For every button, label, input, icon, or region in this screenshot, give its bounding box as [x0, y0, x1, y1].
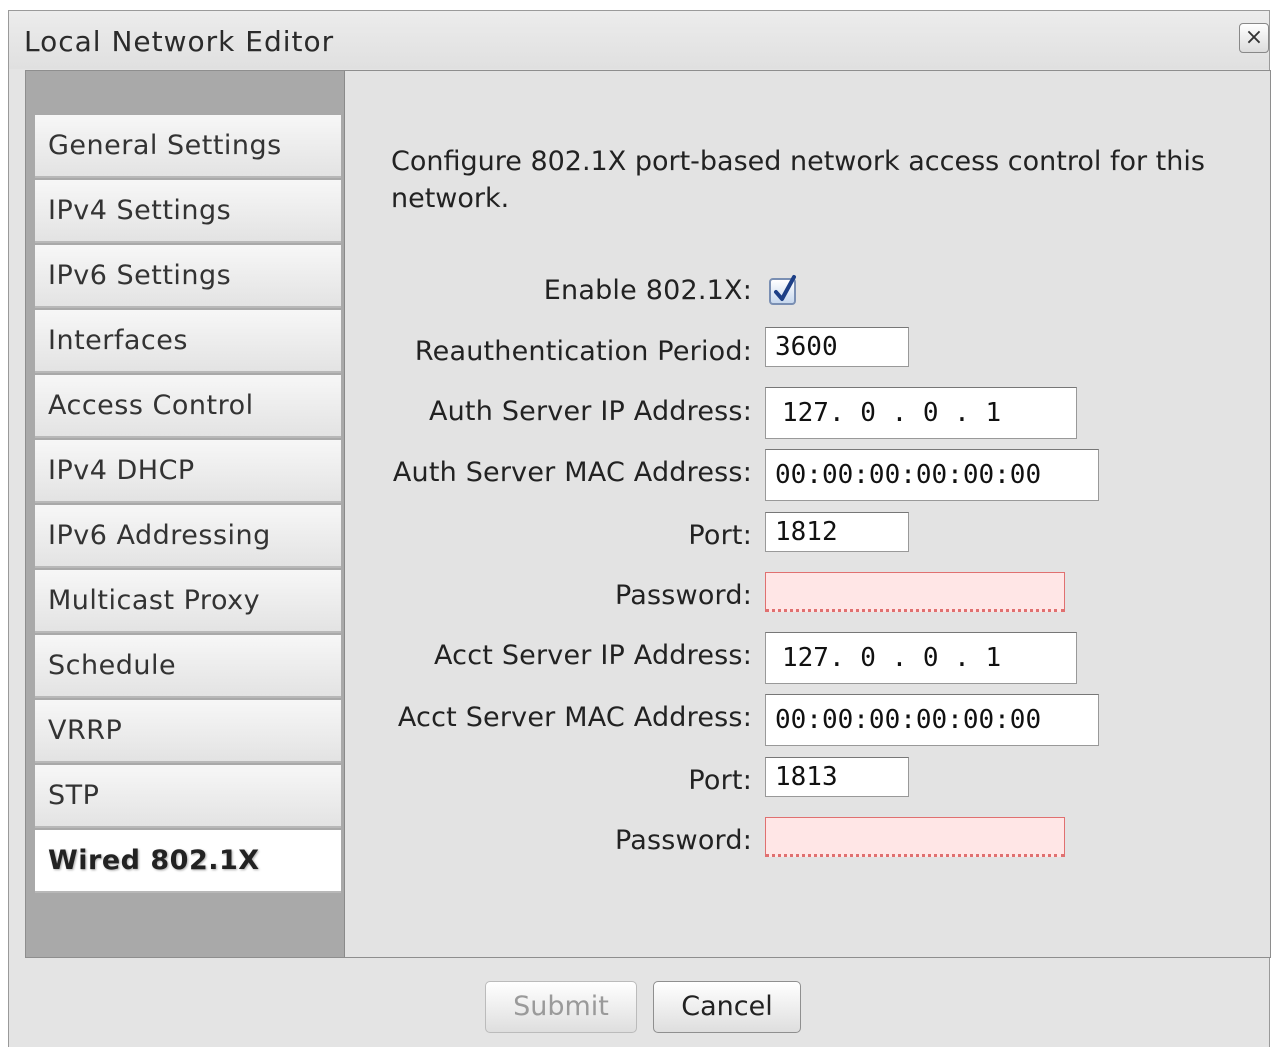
auth-server-ip-input[interactable]: 127. 0 . 0 . 1 — [765, 387, 1077, 439]
acct-server-mac-label: Acct Server MAC Address: — [397, 702, 752, 733]
acct-server-ip-input[interactable]: 127. 0 . 0 . 1 — [765, 632, 1077, 684]
auth-password-label: Password: — [614, 580, 752, 611]
reauth-period-input[interactable]: 3600 — [765, 327, 909, 367]
auth-port-input[interactable]: 1812 — [765, 512, 909, 552]
acct-port-label: Port: — [688, 765, 752, 796]
reauth-period-label: Reauthentication Period: — [414, 336, 752, 367]
tab-ipv6-settings[interactable]: IPv6 Settings — [35, 245, 341, 308]
acct-server-ip-label: Acct Server IP Address: — [433, 640, 752, 671]
local-network-editor-dialog: Local Network Editor × General Settings … — [8, 10, 1271, 1047]
tab-access-control[interactable]: Access Control — [35, 375, 341, 438]
cancel-button[interactable]: Cancel — [653, 981, 801, 1033]
editor-panel: General Settings IPv4 Settings IPv6 Sett… — [25, 70, 1271, 958]
tab-wired-8021x[interactable]: Wired 802.1X — [35, 830, 341, 893]
close-icon: × — [1244, 25, 1264, 50]
acct-password-label: Password: — [614, 825, 752, 856]
tab-stp[interactable]: STP — [35, 765, 341, 828]
tab-general-settings[interactable]: General Settings — [35, 115, 341, 178]
auth-port-label: Port: — [688, 520, 752, 551]
tab-ipv6-addressing[interactable]: IPv6 Addressing — [35, 505, 341, 568]
settings-content: Configure 802.1X port-based network acce… — [345, 71, 1270, 957]
section-description: Configure 802.1X port-based network acce… — [391, 146, 1205, 214]
auth-password-input[interactable] — [765, 572, 1065, 612]
title-bar: Local Network Editor × — [9, 11, 1269, 69]
tab-interfaces[interactable]: Interfaces — [35, 310, 341, 373]
dialog-title: Local Network Editor — [24, 25, 335, 58]
tab-multicast-proxy[interactable]: Multicast Proxy — [35, 570, 341, 633]
submit-button[interactable]: Submit — [485, 981, 637, 1033]
auth-server-mac-label: Auth Server MAC Address: — [392, 457, 752, 488]
sidebar: General Settings IPv4 Settings IPv6 Sett… — [26, 71, 345, 957]
auth-server-mac-input[interactable]: 00:00:00:00:00:00 — [765, 449, 1099, 501]
checkmark-icon — [774, 275, 796, 301]
acct-password-input[interactable] — [765, 817, 1065, 857]
enable-8021x-label: Enable 802.1X: — [543, 275, 752, 306]
tab-schedule[interactable]: Schedule — [35, 635, 341, 698]
enable-8021x-checkbox[interactable] — [769, 275, 796, 305]
acct-port-input[interactable]: 1813 — [765, 757, 909, 797]
tab-vrrp[interactable]: VRRP — [35, 700, 341, 763]
close-button[interactable]: × — [1239, 23, 1269, 53]
acct-server-mac-input[interactable]: 00:00:00:00:00:00 — [765, 694, 1099, 746]
auth-server-ip-label: Auth Server IP Address: — [428, 396, 752, 427]
tab-ipv4-dhcp[interactable]: IPv4 DHCP — [35, 440, 341, 503]
tab-ipv4-settings[interactable]: IPv4 Settings — [35, 180, 341, 243]
